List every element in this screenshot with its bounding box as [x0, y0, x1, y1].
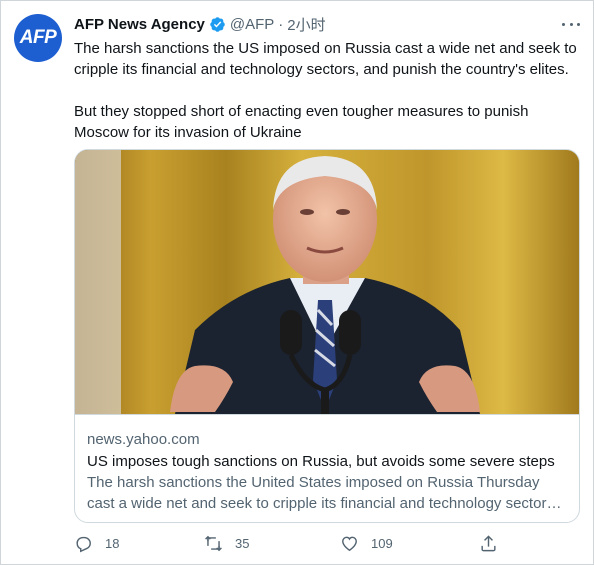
tweet-text-paragraph-1: The harsh sanctions the US imposed on Ru…: [74, 40, 577, 78]
retweet-count: 35: [235, 536, 250, 551]
more-options-icon[interactable]: [562, 14, 580, 34]
avatar-logo-text: AFP: [19, 27, 57, 48]
reply-count: 18: [105, 536, 120, 551]
link-preview-card[interactable]: news.yahoo.com US imposes tough sanction…: [74, 149, 580, 523]
verified-badge-icon: [210, 16, 225, 32]
author-name[interactable]: AFP News Agency: [74, 16, 205, 33]
header-separator: ·: [278, 15, 284, 33]
like-button[interactable]: 109: [340, 534, 393, 553]
tweet-timestamp[interactable]: 2小时: [287, 14, 325, 35]
card-image: [75, 150, 579, 414]
retweet-button[interactable]: 35: [204, 534, 249, 553]
tweet-text: The harsh sanctions the US imposed on Ru…: [74, 38, 582, 143]
avatar[interactable]: AFP: [14, 14, 62, 62]
card-info: news.yahoo.com US imposes tough sanction…: [75, 414, 579, 522]
tweet-header: AFP News Agency @AFP · 2小时: [74, 14, 326, 34]
share-icon: [481, 535, 496, 552]
tweet-actions: 18 35 109: [74, 534, 504, 556]
card-description: The harsh sanctions the United States im…: [87, 474, 559, 512]
tweet-text-paragraph-2: But they stopped short of enacting even …: [74, 103, 529, 141]
reply-button[interactable]: 18: [74, 534, 119, 553]
card-title: US imposes tough sanctions on Russia, bu…: [87, 453, 555, 470]
card-domain: news.yahoo.com: [87, 431, 200, 448]
heart-icon: [342, 536, 357, 552]
like-count: 109: [371, 536, 393, 551]
author-handle[interactable]: @AFP: [230, 16, 274, 33]
reply-icon: [76, 536, 91, 553]
speaker-photo-illustration: [75, 150, 579, 414]
share-button[interactable]: [479, 534, 510, 553]
retweet-icon: [205, 535, 222, 552]
